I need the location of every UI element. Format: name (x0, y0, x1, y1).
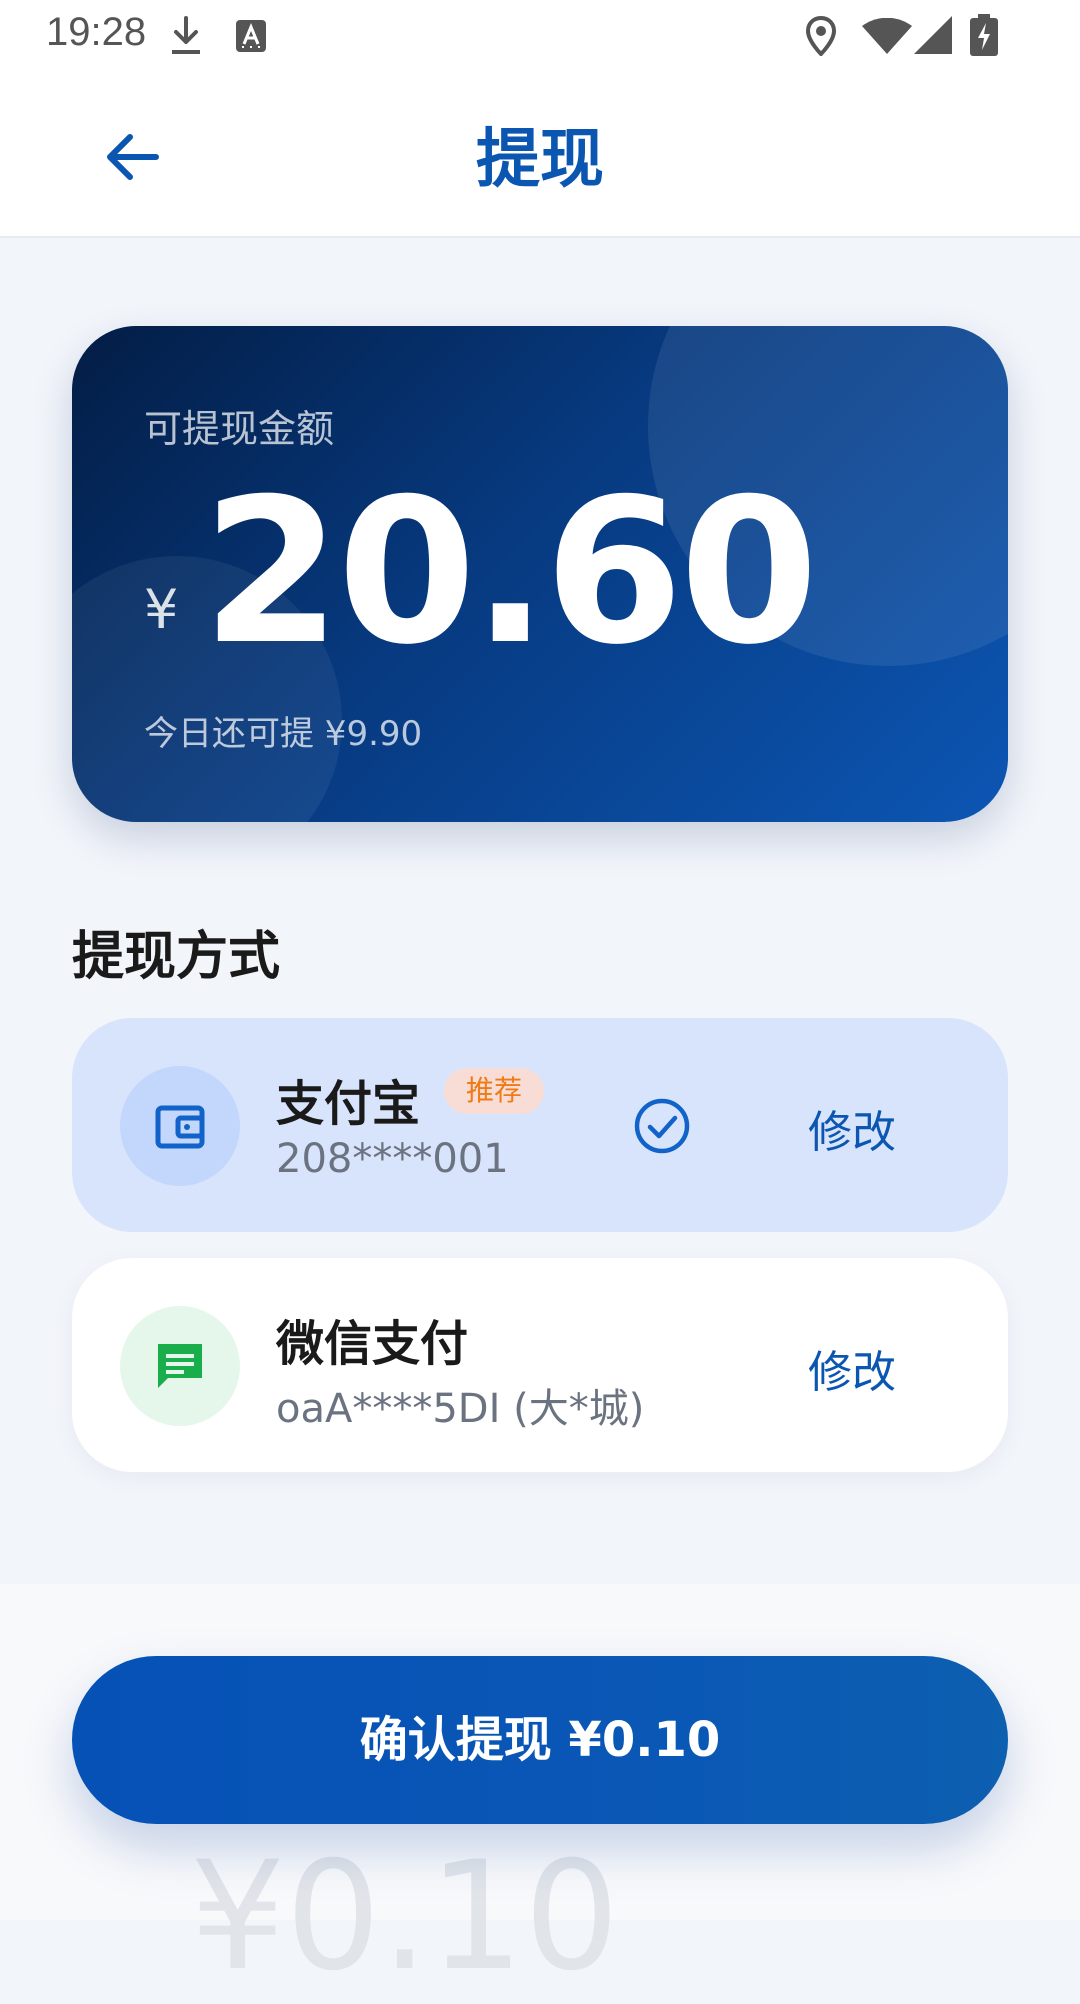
chat-icon (158, 1344, 202, 1388)
currency-sign: ¥ (144, 578, 179, 641)
section-title: 提现方式 (72, 927, 281, 987)
edit-button[interactable]: 修改 (808, 1336, 896, 1400)
method-icon-container (120, 1306, 240, 1426)
wifi-icon (862, 18, 912, 54)
method-account: oaA****5DI (大*城) (276, 1386, 645, 1432)
battery-charging-icon (970, 14, 998, 56)
recommend-badge: 推荐 (444, 1068, 545, 1114)
balance-amount: 20.60 (202, 456, 819, 689)
method-icon-container (120, 1066, 240, 1186)
balance-label: 可提现金额 (144, 407, 335, 451)
check-circle-icon (634, 1098, 690, 1154)
ghost-amount-text: ¥0.10 (190, 1830, 620, 2004)
location-icon (806, 16, 836, 56)
app-bar: 提现 (0, 70, 1080, 238)
status-bar: 19:28 (0, 0, 1080, 70)
confirm-withdraw-button[interactable]: 确认提现 ¥0.10 (72, 1656, 1008, 1824)
download-icon (172, 16, 200, 54)
keyboard-a-icon (236, 20, 266, 52)
page-title: 提现 (476, 123, 604, 197)
method-account: 208****001 (276, 1136, 509, 1182)
wallet-icon (155, 1105, 205, 1149)
method-name: 支付宝 (276, 1076, 421, 1132)
today-limit: 今日还可提 ¥9.90 (144, 714, 423, 754)
method-card-alipay[interactable]: 支付宝 推荐 208****001 修改 (72, 1018, 1008, 1232)
status-time: 19:28 (46, 10, 147, 54)
signal-icon (914, 16, 952, 54)
balance-card: 可提现金额 ¥ 20.60 今日还可提 ¥9.90 (72, 326, 1008, 822)
method-name: 微信支付 (276, 1316, 469, 1372)
method-card-wechat[interactable]: 微信支付 oaA****5DI (大*城) 修改 (72, 1258, 1008, 1472)
edit-button[interactable]: 修改 (808, 1096, 896, 1160)
